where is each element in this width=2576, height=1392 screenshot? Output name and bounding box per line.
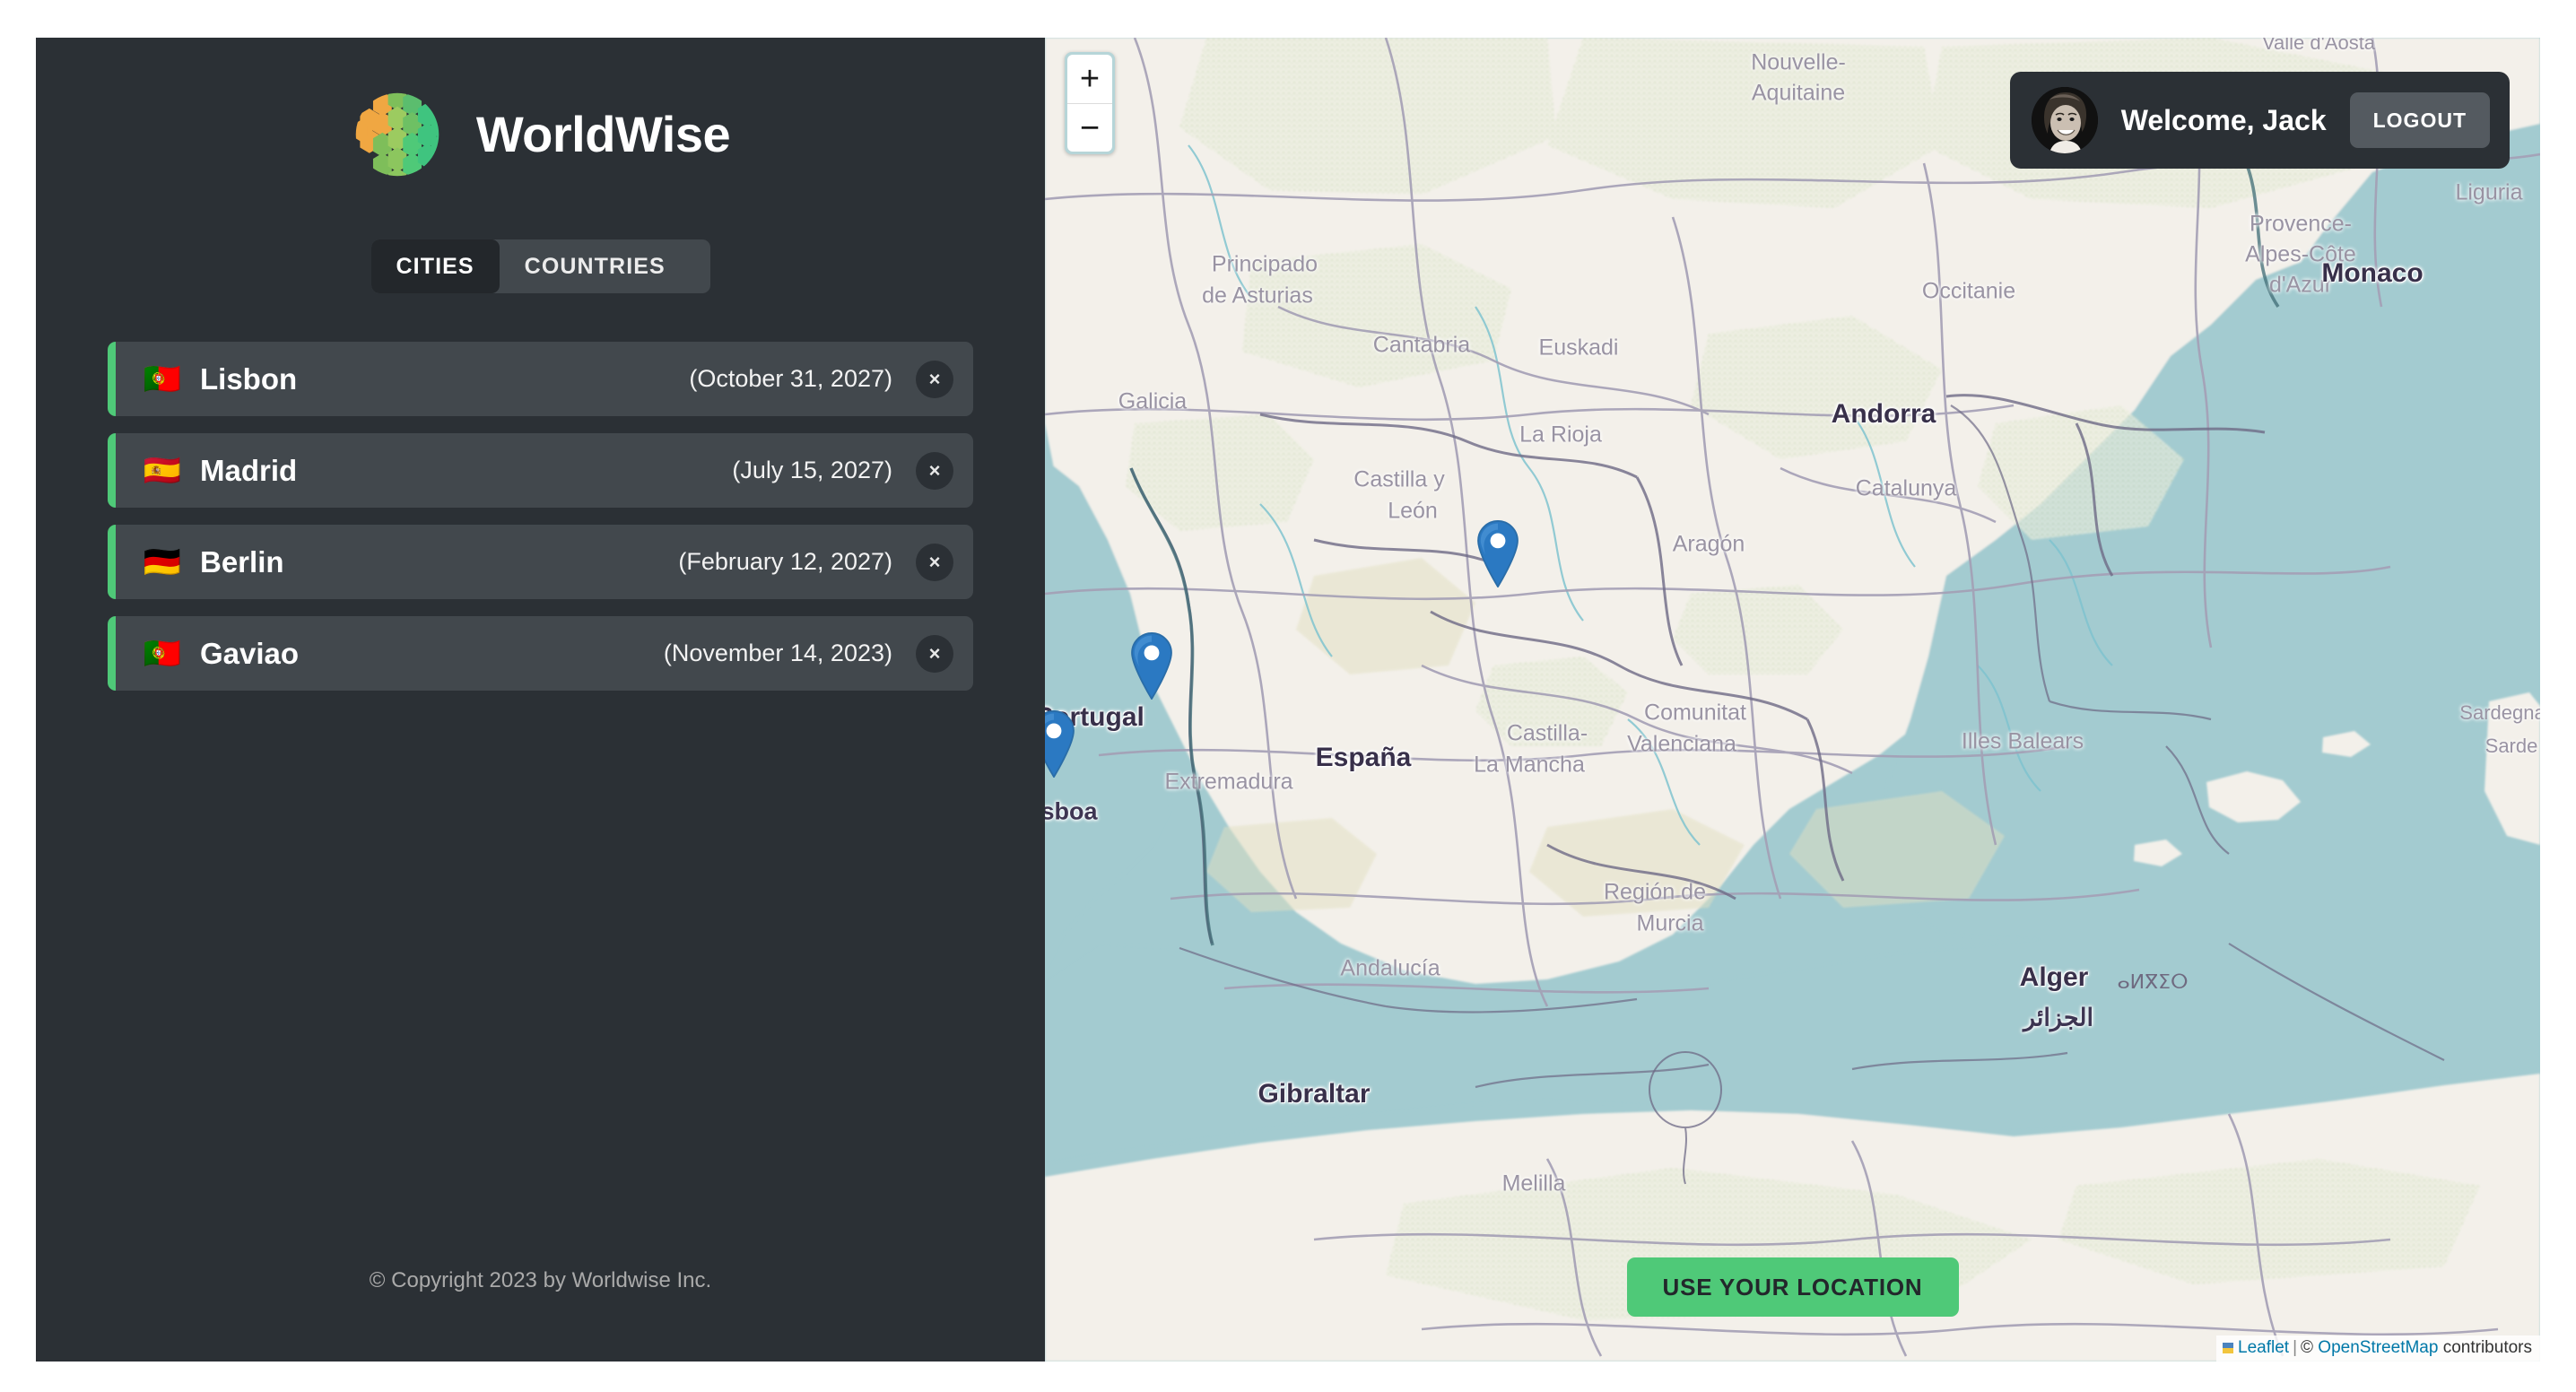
app-brand-name: WorldWise xyxy=(475,106,731,162)
leaflet-flag-icon xyxy=(2223,1343,2234,1353)
map-panel[interactable]: + − Welcome, Jack LOGOUT Nouvelle- Aquit… xyxy=(1045,38,2540,1362)
city-name: Lisbon xyxy=(200,361,298,396)
city-list: 🇵🇹 Lisbon (October 31, 2027) × 🇪🇸 Madrid… xyxy=(108,342,973,691)
flag-germany-icon: 🇩🇪 xyxy=(143,544,182,579)
copyright-footer: © Copyright 2023 by Worldwise Inc. xyxy=(369,1268,712,1292)
city-list-item-lisbon[interactable]: 🇵🇹 Lisbon (October 31, 2027) × xyxy=(108,342,973,416)
welcome-message: Welcome, Jack xyxy=(2120,103,2327,136)
flag-portugal-icon: 🇵🇹 xyxy=(143,636,182,671)
attribution-separator: | xyxy=(2293,1338,2298,1357)
tab-cities[interactable]: CITIES xyxy=(370,239,500,293)
copyright-symbol: © xyxy=(2301,1338,2314,1357)
city-visit-date: (November 14, 2023) xyxy=(663,639,892,666)
map-tile-layer xyxy=(1045,38,2540,1362)
flag-spain-icon: 🇪🇸 xyxy=(143,453,182,488)
delete-city-button[interactable]: × xyxy=(916,360,953,398)
openstreetmap-link[interactable]: OpenStreetMap xyxy=(2318,1338,2438,1357)
city-visit-date: (October 31, 2027) xyxy=(689,365,892,392)
delete-city-button[interactable]: × xyxy=(916,451,953,490)
delete-city-button[interactable]: × xyxy=(916,634,953,673)
view-tabs: CITIES COUNTRIES xyxy=(370,239,710,293)
avatar-illustration xyxy=(2031,87,2098,153)
map-attribution: Leaflet | © OpenStreetMap contributors xyxy=(2216,1335,2540,1362)
globe-mosaic-logo-icon xyxy=(352,90,442,179)
tab-countries[interactable]: COUNTRIES xyxy=(500,239,691,293)
city-visit-date: (February 12, 2027) xyxy=(678,548,892,575)
city-list-item-madrid[interactable]: 🇪🇸 Madrid (July 15, 2027) × xyxy=(108,433,973,508)
marker-lisbon[interactable] xyxy=(1045,709,1075,782)
use-your-location-button[interactable]: USE YOUR LOCATION xyxy=(1626,1257,1959,1317)
app-logo[interactable]: WorldWise xyxy=(108,88,973,181)
marker-gaviao[interactable] xyxy=(1131,631,1172,704)
marker-madrid[interactable] xyxy=(1477,519,1519,592)
city-name: Berlin xyxy=(200,544,284,579)
user-avatar-photo-icon xyxy=(2031,87,2098,153)
contributors-text: contributors xyxy=(2442,1338,2532,1357)
map-zoom-control: + − xyxy=(1065,52,1115,154)
map-pin-icon xyxy=(1045,709,1075,779)
city-list-item-gaviao[interactable]: 🇵🇹 Gaviao (November 14, 2023) × xyxy=(108,616,973,691)
map-pin-icon xyxy=(1477,519,1519,588)
delete-city-button[interactable]: × xyxy=(916,543,953,581)
flag-portugal-icon: 🇵🇹 xyxy=(143,361,182,396)
user-panel: Welcome, Jack LOGOUT xyxy=(2009,72,2510,169)
city-name: Madrid xyxy=(200,453,298,487)
sidebar: WorldWise CITIES COUNTRIES 🇵🇹 Lisbon (Oc… xyxy=(36,38,1045,1362)
logout-button[interactable]: LOGOUT xyxy=(2349,92,2490,148)
zoom-in-button[interactable]: + xyxy=(1067,55,1112,103)
city-visit-date: (July 15, 2027) xyxy=(732,457,892,483)
worldwise-app: WorldWise CITIES COUNTRIES 🇵🇹 Lisbon (Oc… xyxy=(36,38,2540,1362)
map-pin-icon xyxy=(1131,631,1172,700)
city-list-item-berlin[interactable]: 🇩🇪 Berlin (February 12, 2027) × xyxy=(108,525,973,599)
leaflet-link[interactable]: Leaflet xyxy=(2238,1338,2289,1357)
zoom-out-button[interactable]: − xyxy=(1067,103,1112,152)
city-name: Gaviao xyxy=(200,636,300,670)
